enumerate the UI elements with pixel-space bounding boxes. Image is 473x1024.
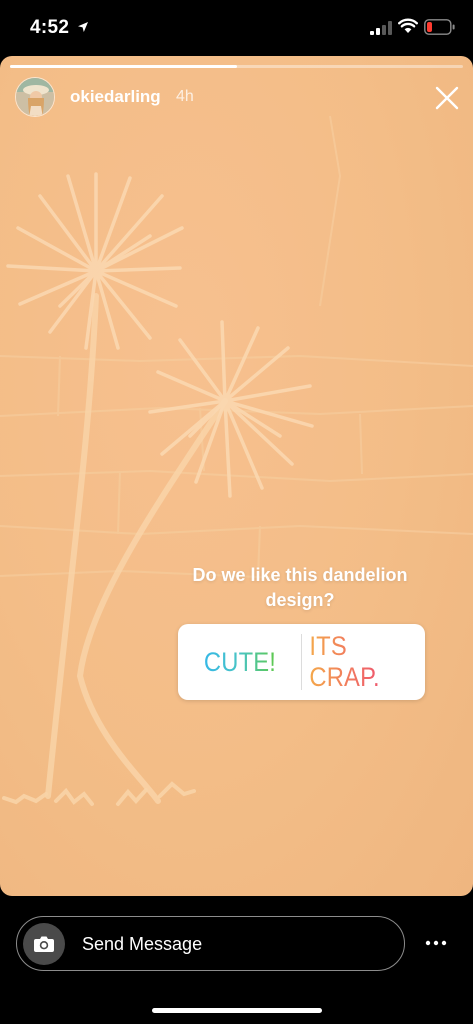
poll-sticker: CUTE! ITS CRAP.: [178, 624, 425, 700]
signal-icon: [370, 21, 392, 35]
poll-option-cute[interactable]: CUTE!: [178, 624, 301, 700]
poll-option-crap[interactable]: ITS CRAP.: [302, 624, 425, 700]
close-icon[interactable]: [435, 86, 459, 110]
poll-question: Do we like this dandelion design?: [192, 565, 408, 610]
camera-icon: [34, 936, 54, 952]
story-progress-bar: [10, 65, 463, 68]
avatar[interactable]: [15, 77, 55, 117]
story-timestamp: 4h: [176, 88, 194, 105]
home-indicator[interactable]: [152, 1008, 322, 1013]
wifi-icon: [398, 18, 418, 33]
location-arrow-icon: [78, 22, 88, 32]
poll-option-label: CUTE!: [203, 646, 276, 677]
poll-option-label: ITS CRAP.: [309, 631, 417, 693]
camera-button[interactable]: [23, 923, 65, 965]
story-progress-fill: [10, 65, 237, 68]
battery-icon: [424, 19, 455, 35]
dandelion-illustration: [0, 115, 473, 806]
status-bar: 4:52: [0, 0, 473, 56]
send-message-bar[interactable]: Send Message: [16, 916, 405, 971]
more-icon[interactable]: [425, 935, 447, 951]
story-username[interactable]: okiedarling: [70, 87, 161, 107]
status-time: 4:52: [30, 17, 70, 38]
story-card[interactable]: okiedarling 4h Do we like this dandelion…: [0, 56, 473, 896]
send-message-input[interactable]: Send Message: [82, 934, 202, 955]
avatar-image: [16, 78, 54, 116]
